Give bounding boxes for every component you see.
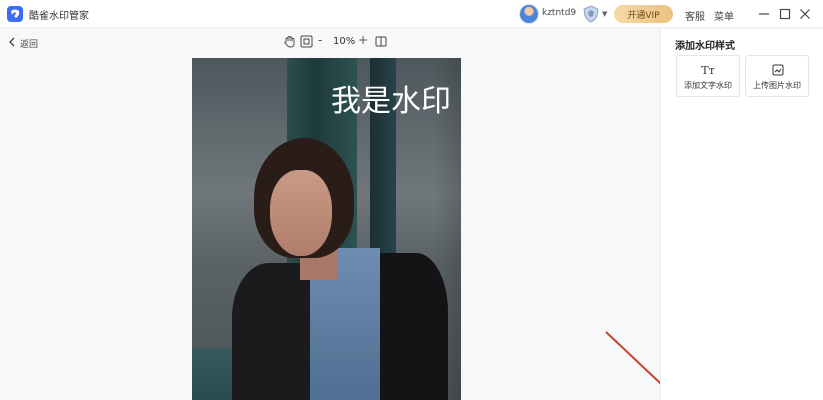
preview-image[interactable]: 我是水印 — [192, 58, 461, 400]
card-label: 添加文字水印 — [684, 81, 732, 90]
minimize-icon[interactable] — [758, 8, 770, 20]
customer-service-link[interactable]: 客服 — [685, 8, 705, 23]
avatar[interactable] — [519, 4, 539, 24]
zoom-out-button[interactable]: - — [318, 33, 322, 47]
add-text-watermark-button[interactable]: Tт 添加文字水印 — [676, 55, 740, 97]
username[interactable]: kztntd9 — [542, 8, 576, 18]
fit-screen-icon[interactable] — [300, 35, 313, 48]
text-watermark[interactable]: 我是水印 — [331, 76, 451, 120]
image-upload-icon — [772, 64, 784, 76]
zoom-level: 10% — [333, 36, 356, 47]
back-button[interactable]: 返回 — [20, 37, 38, 50]
upload-image-watermark-button[interactable]: 上传图片水印 — [745, 55, 809, 97]
app-title: 酷雀水印管家 — [29, 11, 89, 22]
panel-title: 添加水印样式 — [675, 41, 735, 52]
vip-shield-icon[interactable] — [582, 5, 600, 23]
chevron-down-icon[interactable]: ▼ — [602, 10, 607, 18]
zoom-in-button[interactable]: + — [358, 33, 368, 47]
open-vip-button[interactable]: 开通VIP — [614, 5, 673, 23]
menu-link[interactable]: 菜单 — [714, 8, 734, 23]
close-icon[interactable] — [799, 8, 811, 20]
back-chevron-icon[interactable] — [8, 37, 16, 47]
compare-view-icon[interactable] — [375, 36, 387, 47]
hand-tool-icon[interactable] — [283, 35, 296, 48]
card-label: 上传图片水印 — [753, 81, 801, 90]
maximize-icon[interactable] — [779, 8, 791, 20]
text-style-icon: Tт — [701, 64, 715, 77]
app-logo-icon — [7, 6, 23, 22]
